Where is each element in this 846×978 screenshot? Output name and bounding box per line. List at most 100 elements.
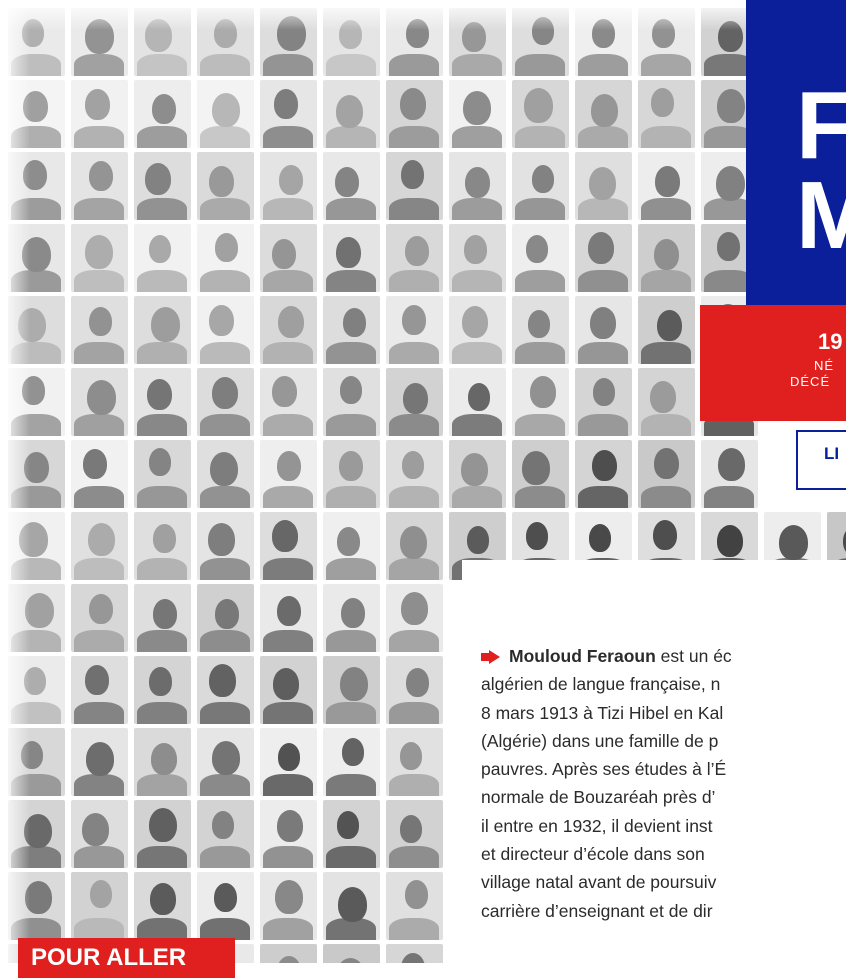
portrait-photo [134, 584, 191, 652]
portrait-photo [71, 368, 128, 436]
portrait-photo [386, 440, 443, 508]
portrait-photo [134, 512, 191, 580]
portrait-photo [386, 152, 443, 220]
biography-text: Mouloud Feraoun est un éc algérien de la… [481, 642, 846, 925]
bio-first-line: Mouloud Feraoun est un éc [481, 642, 846, 670]
portrait-photo [638, 80, 695, 148]
portrait-photo [260, 224, 317, 292]
portrait-photo [197, 656, 254, 724]
portrait-photo [323, 512, 380, 580]
portrait-photo [71, 440, 128, 508]
portrait-photo [386, 584, 443, 652]
bio-line: algérien de langue française, n [481, 674, 721, 695]
bio-line: pauvres. Après ses études à l’É [481, 759, 727, 780]
portrait-photo [323, 224, 380, 292]
portrait-photo [575, 296, 632, 364]
portrait-photo [197, 152, 254, 220]
portrait-photo [260, 584, 317, 652]
died-label: DÉCÉ [790, 374, 831, 389]
portrait-photo [323, 368, 380, 436]
portrait-photo [197, 80, 254, 148]
bio-line: village natal avant de poursuiv [481, 872, 717, 893]
portrait-photo [71, 512, 128, 580]
portrait-photo [638, 224, 695, 292]
portrait-photo [386, 728, 443, 796]
mosaic-fade-top [0, 0, 846, 30]
portrait-photo [449, 440, 506, 508]
portrait-photo [134, 728, 191, 796]
portrait-photo [260, 296, 317, 364]
portrait-photo [260, 872, 317, 940]
portrait-photo [386, 872, 443, 940]
bio-line: (Algérie) dans une famille de p [481, 730, 719, 751]
portrait-photo [71, 296, 128, 364]
portrait-photo [575, 80, 632, 148]
portrait-photo [575, 224, 632, 292]
portrait-photo [197, 224, 254, 292]
portrait-photo [197, 296, 254, 364]
arrow-right-icon [481, 650, 500, 665]
portrait-photo [512, 440, 569, 508]
category-label: LI [824, 444, 840, 463]
portrait-photo [71, 728, 128, 796]
portrait-photo [260, 152, 317, 220]
portrait-photo [260, 728, 317, 796]
further-reading-label[interactable]: POUR ALLER [18, 938, 235, 978]
portrait-photo [134, 800, 191, 868]
portrait-photo [323, 584, 380, 652]
portrait-photo [323, 872, 380, 940]
portrait-photo [71, 584, 128, 652]
portrait-photo [323, 944, 380, 963]
portrait-photo [71, 224, 128, 292]
portrait-photo [260, 800, 317, 868]
bio-line: et directeur d’école dans son [481, 844, 705, 865]
portrait-photo [512, 368, 569, 436]
portrait-photo [134, 80, 191, 148]
portrait-photo [386, 512, 443, 580]
portrait-photo [323, 800, 380, 868]
bio-line: est un éc [655, 646, 732, 666]
portrait-photo [449, 296, 506, 364]
portrait-photo [197, 728, 254, 796]
portrait-photo [197, 800, 254, 868]
portrait-photo [512, 152, 569, 220]
portrait-photo [638, 440, 695, 508]
portrait-photo [260, 80, 317, 148]
portrait-photo [134, 440, 191, 508]
portrait-photo [197, 440, 254, 508]
portrait-photo [386, 224, 443, 292]
title-line-1: F [796, 72, 846, 179]
birth-year: 19 [818, 329, 843, 354]
portrait-photo [134, 656, 191, 724]
portrait-photo [260, 368, 317, 436]
mosaic-fade-left [0, 0, 30, 963]
portrait-photo [197, 368, 254, 436]
portrait-photo [386, 656, 443, 724]
portrait-photo [512, 296, 569, 364]
portrait-photo [323, 440, 380, 508]
portrait-photo [260, 944, 317, 963]
portrait-photo [71, 800, 128, 868]
category-tag[interactable]: LI [796, 430, 846, 490]
portrait-photo [575, 152, 632, 220]
portrait-photo [638, 296, 695, 364]
portrait-photo [71, 152, 128, 220]
portrait-photo [323, 80, 380, 148]
title-line-2: M [796, 162, 846, 269]
portrait-photo [323, 296, 380, 364]
portrait-photo [386, 80, 443, 148]
portrait-photo [386, 800, 443, 868]
portrait-photo [134, 872, 191, 940]
bio-line: carrière d’enseignant et de dir [481, 900, 713, 921]
bio-line: normale de Bouzaréah près d’ [481, 787, 716, 808]
portrait-photo [449, 368, 506, 436]
portrait-photo [575, 440, 632, 508]
portrait-photo [323, 152, 380, 220]
portrait-photo [512, 80, 569, 148]
portrait-photo [323, 728, 380, 796]
bio-line: il entre en 1932, il devient inst [481, 815, 713, 836]
portrait-photo [575, 368, 632, 436]
portrait-photo [386, 368, 443, 436]
portrait-photo [134, 368, 191, 436]
portrait-photo [386, 296, 443, 364]
